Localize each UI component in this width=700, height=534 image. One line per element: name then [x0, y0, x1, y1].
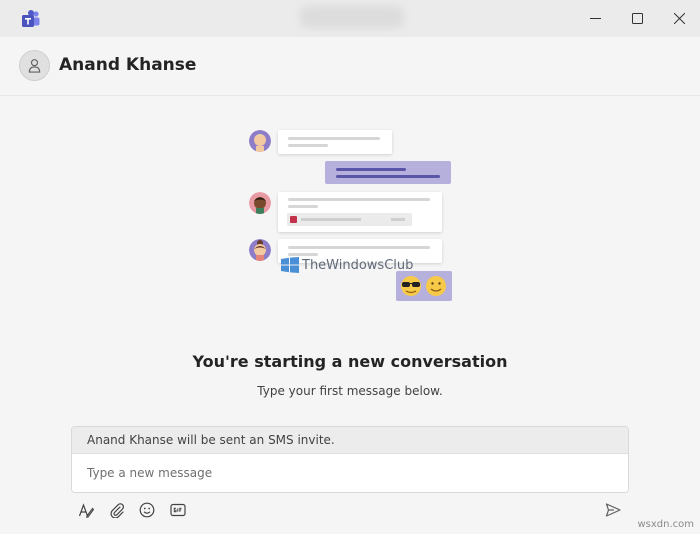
smiling-emoji-icon: [426, 276, 446, 296]
sms-invite-notice: Anand Khanse will be sent an SMS invite.: [72, 427, 628, 454]
contact-avatar[interactable]: [19, 50, 50, 81]
blurred-window-title: [300, 6, 404, 28]
sent-message-bubble: [325, 161, 451, 184]
watermark: TheWindowsClub: [281, 257, 413, 273]
message-input[interactable]: [72, 455, 628, 492]
windows-club-logo-icon: [281, 257, 299, 273]
person-face-icon: [249, 239, 271, 261]
attach-button[interactable]: [107, 500, 127, 520]
compose-box: Anand Khanse will be sent an SMS invite.: [71, 426, 629, 493]
chat-header: Anand Khanse: [0, 37, 700, 96]
attach-icon: [110, 503, 124, 518]
maximize-icon: [631, 13, 643, 24]
person-icon: [28, 59, 41, 73]
send-icon: [605, 503, 621, 517]
empty-state-headline: You're starting a new conversation: [192, 352, 508, 371]
close-icon: [673, 13, 685, 24]
conversation-illustration: [244, 120, 460, 306]
gif-button[interactable]: [168, 500, 188, 520]
document-icon: [290, 216, 297, 223]
emoji-icon: [139, 502, 155, 518]
empty-state-subline: Type your first message below.: [257, 384, 443, 398]
person-face-icon: [249, 130, 271, 152]
person-face-icon: [249, 192, 271, 214]
contact-name: Anand Khanse: [59, 55, 197, 75]
minimize-button[interactable]: [572, 0, 618, 37]
emoji-reaction-bubble: [396, 271, 452, 301]
emoji-button[interactable]: [137, 500, 157, 520]
send-button[interactable]: [603, 500, 623, 520]
watermark-text: TheWindowsClub: [302, 257, 414, 273]
format-icon: [78, 503, 94, 518]
maximize-button[interactable]: [614, 0, 660, 37]
message-bubble-with-attachment: [278, 192, 442, 232]
sunglasses-emoji-icon: [401, 276, 421, 296]
gif-icon: [170, 503, 186, 517]
format-button[interactable]: [76, 500, 96, 520]
title-bar: [0, 0, 700, 37]
site-watermark: wsxdn.com: [637, 519, 694, 530]
teams-logo-icon: [21, 9, 41, 29]
close-button[interactable]: [656, 0, 700, 37]
message-bubble: [278, 130, 392, 154]
minimize-icon: [589, 18, 601, 19]
